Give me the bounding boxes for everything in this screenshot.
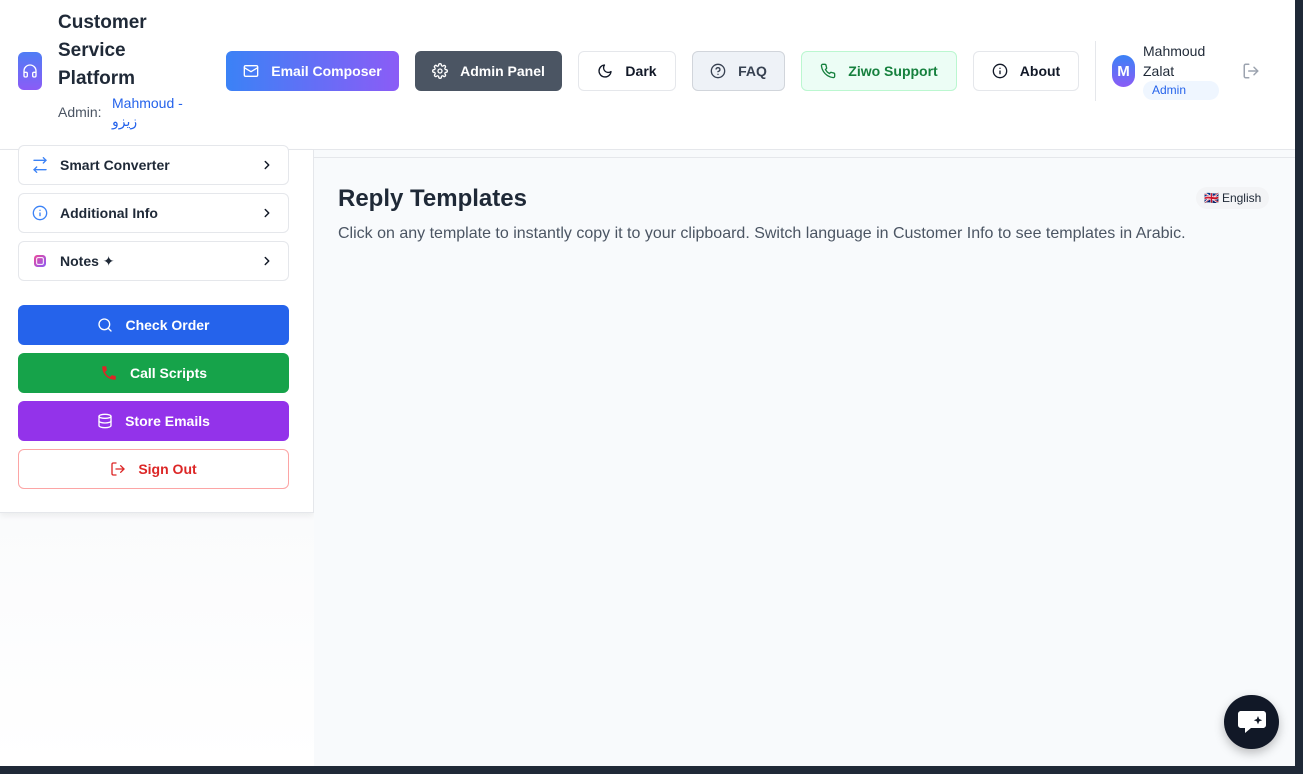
sidebar: Smart Converter Additional Info Notes ✦ (0, 145, 314, 766)
logout-icon (111, 462, 125, 476)
admin-label: Admin: (58, 104, 102, 120)
dark-mode-label: Dark (625, 63, 657, 79)
notes-icon (34, 255, 46, 267)
avatar: M (1112, 55, 1135, 87)
about-button[interactable]: About (973, 51, 1079, 91)
check-order-button[interactable]: Check Order (18, 305, 289, 345)
user-name: Mahmoud Zalat (1143, 43, 1206, 79)
arrows-exchange-icon (33, 157, 47, 173)
moon-icon (598, 64, 613, 78)
database-icon (98, 413, 112, 429)
user-role-badge: Admin (1143, 81, 1219, 100)
chevron-right-icon (264, 256, 270, 266)
call-scripts-label: Call Scripts (129, 365, 208, 381)
chevron-right-icon (264, 208, 270, 218)
headset-logo-icon (18, 52, 42, 90)
info-icon (992, 63, 1008, 79)
faq-label: FAQ (738, 63, 767, 79)
language-badge[interactable]: 🇬🇧 English (1196, 187, 1270, 209)
main-content: Reply Templates 🇬🇧 English Click on any … (314, 150, 1295, 766)
flag-icon: 🇬🇧 (1204, 191, 1219, 205)
ziwo-support-button[interactable]: Ziwo Support (801, 51, 957, 91)
email-composer-button[interactable]: Email Composer (226, 51, 399, 91)
sign-out-label: Sign Out (138, 461, 197, 477)
check-order-label: Check Order (125, 317, 210, 333)
phone-icon (821, 63, 836, 79)
sidebar-item-label: Notes ✦ (60, 252, 115, 269)
search-icon (98, 318, 113, 332)
app-window: Customer Service Platform Admin: Mahmoud… (0, 0, 1295, 766)
language-label: English (1221, 191, 1262, 205)
ziwo-support-label: Ziwo Support (848, 63, 938, 79)
help-circle-icon (710, 63, 726, 79)
admin-panel-button[interactable]: Admin Panel (415, 51, 562, 91)
brand-title: Customer Service Platform (58, 12, 147, 89)
email-composer-label: Email Composer (271, 63, 382, 79)
phone-receiver-icon (102, 366, 116, 380)
faq-button[interactable]: FAQ (692, 51, 785, 91)
mail-icon (243, 65, 259, 77)
sidebar-item-label: Smart Converter (60, 157, 170, 173)
sign-out-button[interactable]: Sign Out (18, 449, 289, 489)
header-divider (1095, 41, 1096, 101)
about-label: About (1019, 63, 1061, 79)
sidebar-item-notes[interactable]: Notes ✦ (18, 241, 289, 281)
info-icon (32, 205, 48, 221)
section-divider (314, 157, 1295, 158)
dark-mode-button[interactable]: Dark (578, 51, 676, 91)
sidebar-item-smart-converter[interactable]: Smart Converter (18, 145, 289, 185)
top-header: Customer Service Platform Admin: Mahmoud… (0, 0, 1295, 150)
call-scripts-button[interactable]: Call Scripts (18, 353, 289, 393)
sidebar-item-additional-info[interactable]: Additional Info (18, 193, 289, 233)
chevron-right-icon (264, 160, 270, 170)
logout-icon[interactable] (1242, 62, 1260, 80)
page-description: Click on any template to instantly copy … (338, 225, 1186, 242)
admin-panel-label: Admin Panel (460, 63, 545, 79)
chat-assistant-button[interactable] (1224, 695, 1279, 749)
store-emails-button[interactable]: Store Emails (18, 401, 289, 441)
page-title: Reply Templates (338, 185, 527, 212)
sidebar-item-label: Additional Info (60, 205, 158, 221)
store-emails-label: Store Emails (125, 413, 210, 429)
chat-sparkle-icon (1237, 711, 1266, 733)
gear-icon (432, 63, 449, 79)
sidebar-panel: Smart Converter Additional Info Notes ✦ (0, 145, 314, 513)
admin-name: Mahmoud - زيزو (112, 95, 183, 129)
